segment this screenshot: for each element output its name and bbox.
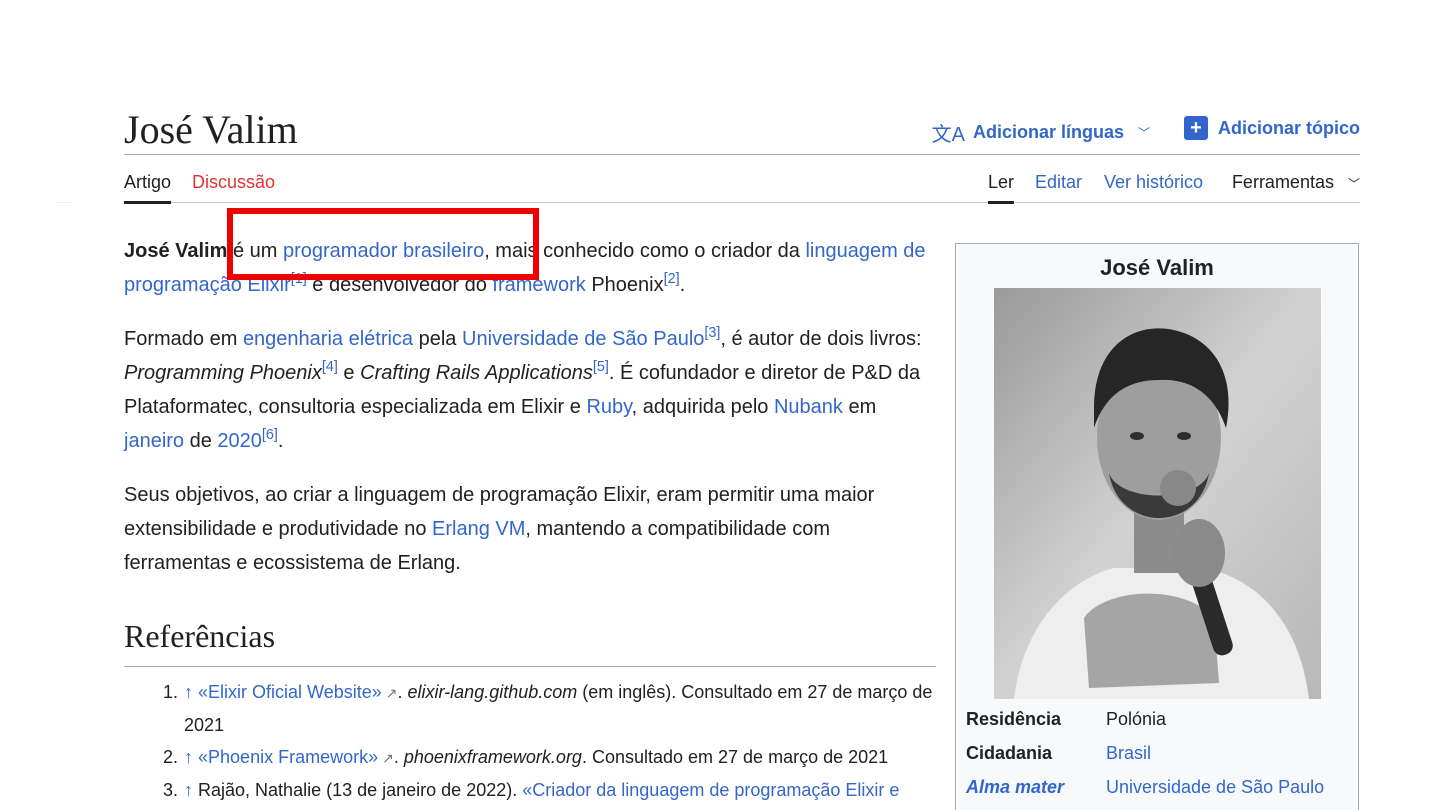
ref-3[interactable]: [3] bbox=[704, 325, 720, 341]
back-arrow-link[interactable]: ↑ bbox=[184, 780, 193, 800]
link-brasil[interactable]: Brasil bbox=[1106, 738, 1151, 768]
book-title: Programming Phoenix bbox=[124, 362, 322, 384]
page-title: José Valim bbox=[124, 107, 298, 152]
external-link-icon: ↗ bbox=[382, 750, 394, 766]
plus-icon: + bbox=[1183, 116, 1208, 140]
reference-link[interactable]: «Phoenix Framework» bbox=[198, 747, 378, 767]
chevron-down-icon: ﹀ bbox=[1347, 177, 1360, 191]
link-nubank[interactable]: Nubank bbox=[774, 396, 843, 418]
references-list: 1. ↑ «Elixir Oficial Website» ↗. elixir-l… bbox=[140, 676, 940, 806]
ref-1[interactable]: [1] bbox=[291, 271, 307, 287]
link-2020[interactable]: 2020 bbox=[217, 430, 262, 452]
book-title: Crafting Rails Applications bbox=[360, 362, 593, 384]
left-divider bbox=[55, 202, 73, 203]
add-topic-button[interactable]: + Adicionar tópico bbox=[1183, 116, 1360, 140]
tab-history-label: Ver histórico bbox=[1103, 172, 1203, 192]
tab-history[interactable]: Ver histórico bbox=[1104, 172, 1203, 203]
tab-selected-indicator bbox=[987, 201, 1014, 204]
ref-2[interactable]: [2] bbox=[664, 271, 680, 287]
link-usp[interactable]: Universidade de São Paulo bbox=[1106, 772, 1324, 802]
tab-article-label: Artigo bbox=[124, 172, 172, 192]
reference-number: 3. bbox=[162, 780, 178, 800]
list-item: 3. ↑ Rajão, Nathalie (13 de janeiro de 2… bbox=[140, 774, 940, 806]
add-languages-label: Adicionar línguas bbox=[972, 122, 1124, 142]
reference-link[interactable]: «Criador da linguagem de programação Eli… bbox=[522, 780, 899, 800]
link-engenharia-eletrica[interactable]: engenharia elétrica bbox=[243, 328, 413, 350]
tools-menu-label: Ferramentas bbox=[1231, 172, 1334, 192]
infobox-label: Residência bbox=[966, 709, 1062, 729]
tab-article[interactable]: Artigo bbox=[124, 172, 172, 204]
tab-edit[interactable]: Editar bbox=[1035, 172, 1082, 203]
ref-6[interactable]: [6] bbox=[262, 427, 278, 443]
back-arrow-link[interactable]: ↑ bbox=[184, 682, 193, 702]
link-alma-mater[interactable]: Alma mater bbox=[966, 772, 1064, 802]
external-link-icon: ↗ bbox=[385, 685, 398, 701]
ref-5[interactable]: [5] bbox=[593, 359, 609, 375]
tab-read-label: Ler bbox=[987, 172, 1014, 192]
link-framework[interactable]: framework bbox=[492, 274, 585, 296]
references-heading: Referências bbox=[124, 618, 936, 667]
subject-name: José Valim bbox=[124, 240, 228, 262]
back-arrow-link[interactable]: ↑ bbox=[184, 747, 193, 767]
list-item: 1. ↑ «Elixir Oficial Website» ↗. elixir-l… bbox=[140, 676, 940, 741]
list-item: 2. ↑ «Phoenix Framework» ↗. phoenixframew… bbox=[140, 741, 940, 774]
infobox-title: José Valim bbox=[1100, 255, 1214, 280]
tab-edit-label: Editar bbox=[1034, 172, 1082, 192]
tab-discussion[interactable]: Discussão bbox=[192, 172, 275, 203]
link-janeiro[interactable]: janeiro bbox=[124, 430, 184, 452]
portrait-photo[interactable] bbox=[994, 288, 1321, 699]
tab-read[interactable]: Ler bbox=[987, 172, 1014, 204]
page-header: José Valim 文A Adicionar línguas ﹀ + Adic… bbox=[124, 104, 1360, 155]
paragraph-education: Formado em engenharia elétrica pela Univ… bbox=[124, 325, 922, 452]
article-body: José Valim é um programador brasileiro, … bbox=[124, 234, 936, 600]
infobox-value: Polónia bbox=[1106, 709, 1167, 729]
ref-4[interactable]: [4] bbox=[322, 359, 338, 375]
tools-menu[interactable]: Ferramentas ﹀ bbox=[1232, 172, 1360, 203]
reference-link[interactable]: «Elixir Oficial Website» bbox=[198, 682, 382, 702]
reference-site: phoenixframework.org bbox=[403, 747, 582, 767]
infobox-label: Cidadania bbox=[966, 743, 1053, 763]
chevron-down-icon: ﹀ bbox=[1137, 126, 1150, 140]
link-ruby[interactable]: Ruby bbox=[586, 396, 631, 418]
tab-discussion-label: Discussão bbox=[192, 172, 276, 192]
translate-icon: 文A bbox=[931, 124, 965, 146]
tab-selected-indicator bbox=[124, 201, 172, 204]
infobox: José Valim Residência Polónia Cidadania … bbox=[955, 243, 1359, 810]
add-topic-label: Adicionar tópico bbox=[1217, 117, 1360, 138]
add-languages-button[interactable]: 文A Adicionar línguas ﹀ bbox=[932, 118, 1150, 147]
reference-number: 2. bbox=[162, 747, 178, 767]
paragraph-goals: Seus objetivos, ao criar a linguagem de … bbox=[124, 484, 875, 574]
link-erlang-vm[interactable]: Erlang VM bbox=[432, 518, 525, 540]
link-usp[interactable]: Universidade de São Paulo bbox=[462, 328, 704, 350]
paragraph-intro: José Valim é um programador brasileiro, … bbox=[124, 240, 926, 296]
page-tabs: Artigo Discussão Ler Editar Ver históric… bbox=[124, 158, 1360, 204]
link-programador-brasileiro[interactable]: programador brasileiro bbox=[283, 240, 484, 262]
reference-site: elixir-lang.github.com bbox=[407, 682, 578, 702]
reference-number: 1. bbox=[162, 682, 178, 702]
